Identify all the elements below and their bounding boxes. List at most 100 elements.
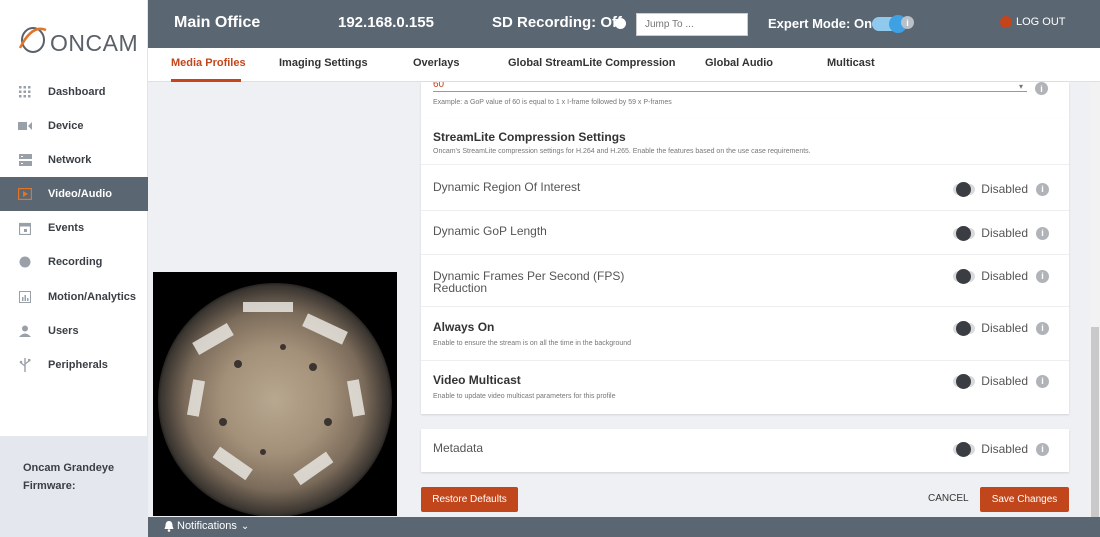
metadata-status: Disabled bbox=[981, 442, 1028, 456]
usb-icon bbox=[18, 358, 32, 372]
divider bbox=[421, 360, 1069, 361]
dynamic-roi-info-icon[interactable]: i bbox=[1036, 182, 1049, 196]
sd-recording-status: SD Recording: Off bbox=[492, 14, 622, 31]
tab-bar: Media Profiles Imaging Settings Overlays… bbox=[148, 48, 1100, 82]
dynamic-gop-info-icon[interactable]: i bbox=[1036, 226, 1049, 240]
dynamic-gop-status: Disabled bbox=[981, 226, 1028, 240]
sidebar-item-video-audio[interactable]: Video/Audio bbox=[0, 177, 148, 211]
sidebar-item-label: Device bbox=[48, 120, 84, 132]
sidebar: ONCAM Dashboard Device Network Video/Aud… bbox=[0, 0, 148, 537]
sidebar-item-dashboard[interactable]: Dashboard bbox=[0, 75, 148, 109]
tab-global-audio[interactable]: Global Audio bbox=[705, 57, 773, 69]
chart-icon bbox=[18, 290, 32, 304]
video-multicast-description: Enable to update video multicast paramet… bbox=[433, 393, 616, 400]
always-on-setting: Disabled i bbox=[953, 320, 1049, 336]
sidebar-item-label: Network bbox=[48, 154, 92, 166]
fisheye-image bbox=[153, 272, 397, 516]
sidebar-item-label: Recording bbox=[48, 256, 103, 268]
camera-preview[interactable] bbox=[153, 272, 397, 516]
sidebar-item-peripherals[interactable]: Peripherals bbox=[0, 348, 148, 382]
streamlite-card: StreamLite Compression Settings Oncam's … bbox=[421, 118, 1069, 414]
bottom-bar: Notifications ⌄ bbox=[148, 517, 1100, 537]
sd-status-dot-icon bbox=[615, 18, 626, 29]
dynamic-roi-status: Disabled bbox=[981, 182, 1028, 196]
sidebar-item-label: Events bbox=[48, 222, 85, 234]
always-on-toggle[interactable] bbox=[953, 320, 976, 336]
grid-icon bbox=[18, 85, 32, 99]
camera-icon bbox=[18, 119, 32, 133]
sidebar-item-label: Motion/Analytics bbox=[48, 291, 137, 303]
dynamic-fps-status: Disabled bbox=[981, 269, 1028, 283]
sidebar-item-network[interactable]: Network bbox=[0, 143, 148, 177]
cancel-button[interactable]: CANCEL bbox=[928, 493, 969, 504]
bell-icon bbox=[164, 520, 174, 532]
record-icon bbox=[18, 255, 32, 269]
dynamic-roi-label: Dynamic Region Of Interest bbox=[433, 180, 581, 194]
dynamic-fps-label-line2: Reduction bbox=[433, 281, 488, 295]
sidebar-item-label: Dashboard bbox=[48, 86, 106, 98]
active-tab-indicator bbox=[171, 79, 241, 82]
sidebar-item-events[interactable]: Events bbox=[0, 211, 148, 245]
dynamic-fps-toggle[interactable] bbox=[953, 268, 976, 284]
metadata-toggle[interactable] bbox=[953, 441, 976, 457]
sidebar-item-device[interactable]: Device bbox=[0, 109, 148, 143]
gop-dropdown-chevron-icon[interactable]: ▾ bbox=[1019, 82, 1023, 91]
gop-card: 60 ▾ i Example: a GoP value of 60 is equ… bbox=[421, 82, 1069, 118]
dynamic-fps-setting: Disabled i bbox=[953, 268, 1049, 284]
gop-info-icon[interactable]: i bbox=[1035, 82, 1048, 95]
always-on-label: Always On bbox=[433, 320, 495, 334]
gop-value: 60 bbox=[433, 82, 445, 90]
video-icon bbox=[18, 187, 32, 201]
video-multicast-setting: Disabled i bbox=[953, 373, 1049, 389]
device-ip: 192.168.0.155 bbox=[338, 14, 434, 31]
metadata-setting: Disabled i bbox=[953, 441, 1049, 457]
divider bbox=[421, 306, 1069, 307]
tab-imaging-settings[interactable]: Imaging Settings bbox=[279, 57, 368, 69]
gop-example-text: Example: a GoP value of 60 is equal to 1… bbox=[433, 99, 672, 106]
notifications-toggle[interactable]: Notifications ⌄ bbox=[164, 520, 249, 532]
sidebar-item-label: Peripherals bbox=[48, 359, 108, 371]
sidebar-item-motion-analytics[interactable]: Motion/Analytics bbox=[0, 280, 148, 314]
dynamic-roi-toggle[interactable] bbox=[953, 181, 976, 197]
sidebar-item-recording[interactable]: Recording bbox=[0, 245, 148, 279]
dynamic-fps-info-icon[interactable]: i bbox=[1036, 269, 1049, 283]
top-bar: Main Office 192.168.0.155 SD Recording: … bbox=[148, 0, 1100, 48]
sidebar-item-users[interactable]: Users bbox=[0, 314, 148, 348]
notifications-label: Notifications bbox=[177, 520, 237, 532]
streamlite-description: Oncam's StreamLite compression settings … bbox=[433, 148, 811, 155]
tab-global-streamlite-compression[interactable]: Global StreamLite Compression bbox=[508, 57, 675, 69]
tab-overlays[interactable]: Overlays bbox=[413, 57, 459, 69]
sidebar-item-label: Video/Audio bbox=[48, 188, 112, 200]
video-multicast-label: Video Multicast bbox=[433, 373, 521, 387]
always-on-status: Disabled bbox=[981, 321, 1028, 335]
firmware-label: Firmware: bbox=[23, 480, 76, 492]
streamlite-title: StreamLite Compression Settings bbox=[433, 130, 626, 144]
scrollbar-thumb[interactable] bbox=[1091, 327, 1099, 517]
logout-button[interactable]: LOG OUT bbox=[1000, 16, 1066, 28]
sidebar-item-label: Users bbox=[48, 325, 79, 337]
oncam-logo[interactable]: ONCAM bbox=[16, 22, 141, 62]
network-icon bbox=[18, 153, 32, 167]
restore-defaults-button[interactable]: Restore Defaults bbox=[421, 487, 518, 512]
dynamic-gop-setting: Disabled i bbox=[953, 225, 1049, 241]
save-changes-button[interactable]: Save Changes bbox=[980, 487, 1069, 512]
jump-to-input[interactable] bbox=[636, 13, 748, 36]
dynamic-gop-label: Dynamic GoP Length bbox=[433, 224, 547, 238]
always-on-description: Enable to ensure the stream is on all th… bbox=[433, 340, 632, 347]
logout-label: LOG OUT bbox=[1016, 16, 1066, 28]
expert-mode-info-icon[interactable]: i bbox=[901, 16, 914, 29]
dynamic-gop-toggle[interactable] bbox=[953, 225, 976, 241]
metadata-info-icon[interactable]: i bbox=[1036, 442, 1049, 456]
video-multicast-toggle[interactable] bbox=[953, 373, 976, 389]
tab-multicast[interactable]: Multicast bbox=[827, 57, 875, 69]
expert-mode-label: Expert Mode: On bbox=[768, 16, 873, 31]
video-multicast-info-icon[interactable]: i bbox=[1036, 374, 1049, 388]
chevron-down-icon: ⌄ bbox=[240, 520, 250, 532]
device-name: Oncam Grandeye bbox=[23, 462, 115, 474]
tab-media-profiles[interactable]: Media Profiles bbox=[171, 57, 246, 69]
location-name: Main Office bbox=[174, 14, 261, 31]
metadata-card: Metadata Disabled i bbox=[421, 429, 1069, 472]
divider bbox=[421, 164, 1069, 165]
gop-value-input[interactable]: 60 bbox=[433, 82, 1027, 92]
always-on-info-icon[interactable]: i bbox=[1036, 321, 1049, 335]
